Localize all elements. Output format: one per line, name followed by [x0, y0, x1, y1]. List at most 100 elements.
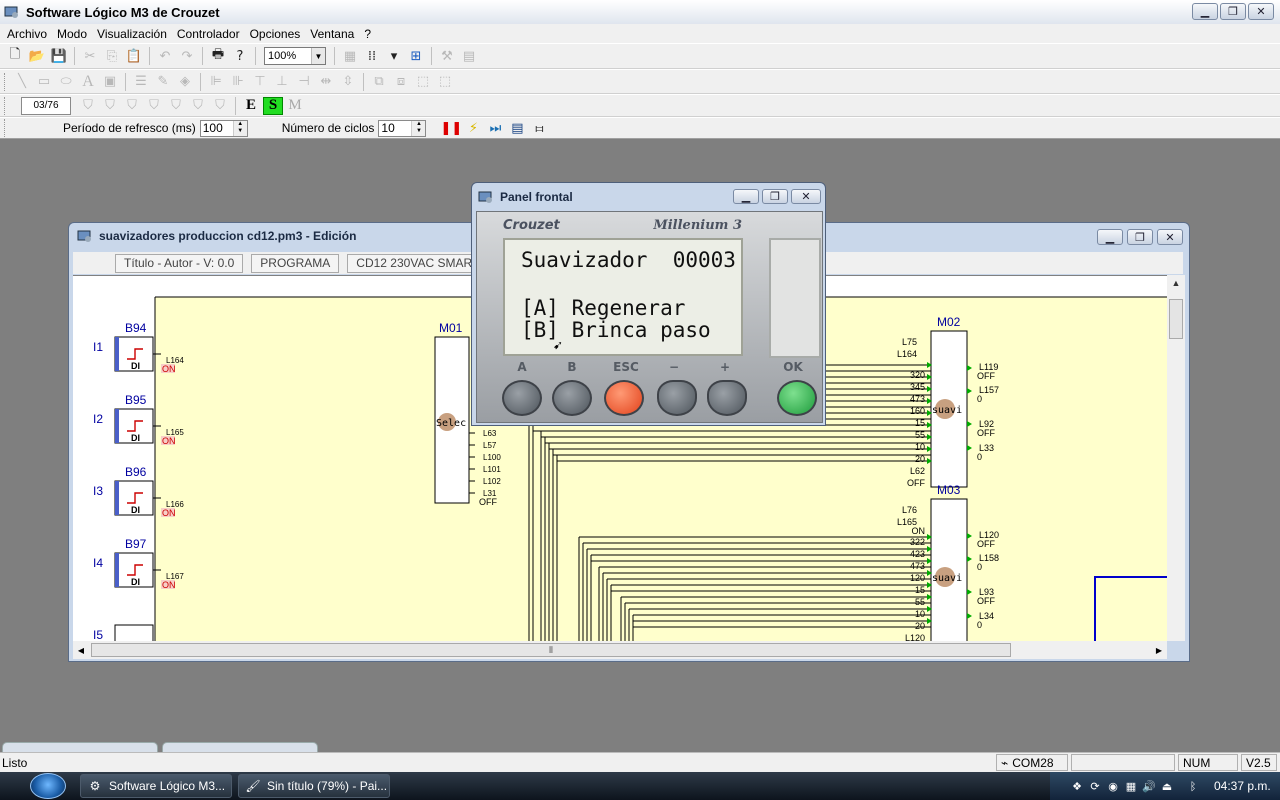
chevron-down-icon[interactable]: ▼	[311, 48, 325, 64]
network-icon[interactable]: ▦	[1124, 779, 1138, 793]
menu-controlador[interactable]: Controlador	[172, 27, 245, 41]
sync-icon[interactable]: ⟳	[1088, 779, 1102, 793]
toolbar-grip[interactable]	[4, 72, 7, 91]
mode-m-button[interactable]: M	[285, 97, 305, 115]
tool-a-button[interactable]: ⚒	[436, 46, 458, 66]
align-bottom-button[interactable]: ⊥	[271, 72, 293, 92]
pen-color-button[interactable]: ✎	[152, 72, 174, 92]
key-minus-button[interactable]	[657, 380, 697, 416]
minimized-window-tab[interactable]	[162, 742, 318, 752]
line-tool-button[interactable]: ╲	[11, 72, 33, 92]
fb-7-button[interactable]: ⛉	[209, 96, 231, 116]
vertical-scroll-thumb[interactable]	[1169, 299, 1183, 339]
fb-1-button[interactable]: ⛉	[77, 96, 99, 116]
controller-type-field[interactable]: CD12 230VAC SMART	[347, 253, 489, 273]
send-back-button[interactable]: ⧈	[390, 72, 412, 92]
cut-button[interactable]: ✂	[79, 46, 101, 66]
vertical-scrollbar[interactable]: ▲	[1167, 275, 1185, 641]
digital-input-box[interactable]	[114, 624, 154, 641]
group-button[interactable]: ⬚	[412, 72, 434, 92]
line-style-button[interactable]: ☰	[130, 72, 152, 92]
align-middle-button[interactable]: ⊣	[293, 72, 315, 92]
distribute-v-button[interactable]: ⇳	[337, 72, 359, 92]
key-a-button[interactable]	[502, 380, 542, 416]
distribute-h-button[interactable]: ⇹	[315, 72, 337, 92]
program-mode-field[interactable]: PROGRAMA	[251, 253, 340, 273]
editor-close-button[interactable]: ✕	[1157, 229, 1183, 245]
open-file-button[interactable]: 📂	[26, 46, 48, 66]
bluetooth-icon[interactable]: ᛒ	[1186, 779, 1200, 793]
editor-restore-button[interactable]: ❐	[1127, 229, 1153, 245]
redo-button[interactable]: ↷	[176, 46, 198, 66]
image-tool-button[interactable]: ▣	[99, 72, 121, 92]
copy-button[interactable]: ⎘	[101, 46, 123, 66]
panel-restore-button[interactable]: ❐	[762, 189, 788, 204]
fill-color-button[interactable]: ◈	[174, 72, 196, 92]
horizontal-scroll-thumb[interactable]: ⦀	[91, 643, 1011, 657]
taskbar-item-paint[interactable]: 🖌 Sin título (79%) - Pai...	[238, 774, 390, 798]
key-plus-button[interactable]	[707, 380, 747, 416]
grid-a-button[interactable]: ▦	[339, 46, 361, 66]
horizontal-scrollbar[interactable]: ◀ ⦀ ▶	[73, 641, 1167, 659]
grid-b-button[interactable]: ⁞⁞	[361, 46, 383, 66]
menu-visualizacion[interactable]: Visualización	[92, 27, 172, 41]
key-b-button[interactable]	[552, 380, 592, 416]
run-button[interactable]: ⚡	[462, 118, 484, 138]
bring-front-button[interactable]: ⧉	[368, 72, 390, 92]
new-file-button[interactable]: 🗋	[4, 46, 26, 66]
clock[interactable]: 04:37 p.m.	[1214, 779, 1271, 793]
parameters-button[interactable]: ⧦	[528, 118, 550, 138]
start-button[interactable]	[30, 773, 66, 799]
tool-b-button[interactable]: ▤	[458, 46, 480, 66]
save-button[interactable]: 💾	[48, 46, 70, 66]
zoom-select[interactable]: 100% ▼	[264, 47, 326, 65]
panel-minimize-button[interactable]: ▁	[733, 189, 759, 204]
input-block-i5[interactable]: I5	[93, 624, 154, 641]
minimize-button[interactable]: ▁	[1192, 3, 1218, 20]
menu-help[interactable]: ?	[359, 27, 376, 41]
fb-4-button[interactable]: ⛉	[143, 96, 165, 116]
key-esc-button[interactable]	[604, 380, 644, 416]
minimized-window-tab[interactable]	[2, 742, 158, 752]
spin-arrows-icon[interactable]: ▲ ▼	[232, 120, 247, 136]
align-left-button[interactable]: ⊫	[205, 72, 227, 92]
pause-button[interactable]: ❚❚	[440, 118, 463, 138]
align-top-button[interactable]: ⊤	[249, 72, 271, 92]
cycles-input[interactable]: 10 ▲ ▼	[378, 119, 427, 137]
refresh-period-input[interactable]: 100 ▲ ▼	[199, 119, 248, 137]
grid-dropdown-button[interactable]: ▾	[383, 46, 405, 66]
scroll-left-icon[interactable]: ◀	[73, 641, 89, 659]
security-icon[interactable]: ◉	[1106, 779, 1120, 793]
ungroup-button[interactable]: ⬚	[434, 72, 456, 92]
fb-3-button[interactable]: ⛉	[121, 96, 143, 116]
editor-minimize-button[interactable]: ▁	[1097, 229, 1123, 245]
volume-icon[interactable]: 🔊	[1142, 779, 1156, 793]
menu-opciones[interactable]: Opciones	[245, 27, 306, 41]
panel-close-button[interactable]: ✕	[791, 189, 821, 204]
front-panel-button[interactable]: ▤	[506, 118, 528, 138]
menu-ventana[interactable]: Ventana	[305, 27, 359, 41]
safely-remove-icon[interactable]: ⏏	[1160, 779, 1174, 793]
toolbar-grip[interactable]	[4, 96, 7, 115]
undo-button[interactable]: ↶	[154, 46, 176, 66]
menu-archivo[interactable]: Archivo	[2, 27, 52, 41]
mode-s-button[interactable]: S	[263, 96, 283, 115]
print-button[interactable]: 🖶	[207, 46, 229, 66]
rect-tool-button[interactable]: ▭	[33, 72, 55, 92]
text-tool-button[interactable]: A	[77, 72, 99, 92]
mode-e-button[interactable]: E	[241, 97, 261, 115]
toolbar-grip[interactable]	[4, 119, 7, 137]
align-center-button[interactable]: ⊪	[227, 72, 249, 92]
fb-6-button[interactable]: ⛉	[187, 96, 209, 116]
close-button[interactable]: ✕	[1248, 3, 1274, 20]
restore-button[interactable]: ❐	[1220, 3, 1246, 20]
menu-modo[interactable]: Modo	[52, 27, 92, 41]
key-ok-button[interactable]	[777, 380, 817, 416]
fb-2-button[interactable]: ⛉	[99, 96, 121, 116]
program-title-field[interactable]: Título - Autor - V: 0.0	[115, 253, 244, 273]
scroll-right-icon[interactable]: ▶	[1151, 641, 1167, 659]
dropbox-icon[interactable]: ❖	[1070, 779, 1084, 793]
paste-button[interactable]: 📋	[123, 46, 145, 66]
spin-arrows-icon[interactable]: ▲ ▼	[411, 120, 426, 136]
step-button[interactable]: ⏭	[484, 118, 506, 138]
